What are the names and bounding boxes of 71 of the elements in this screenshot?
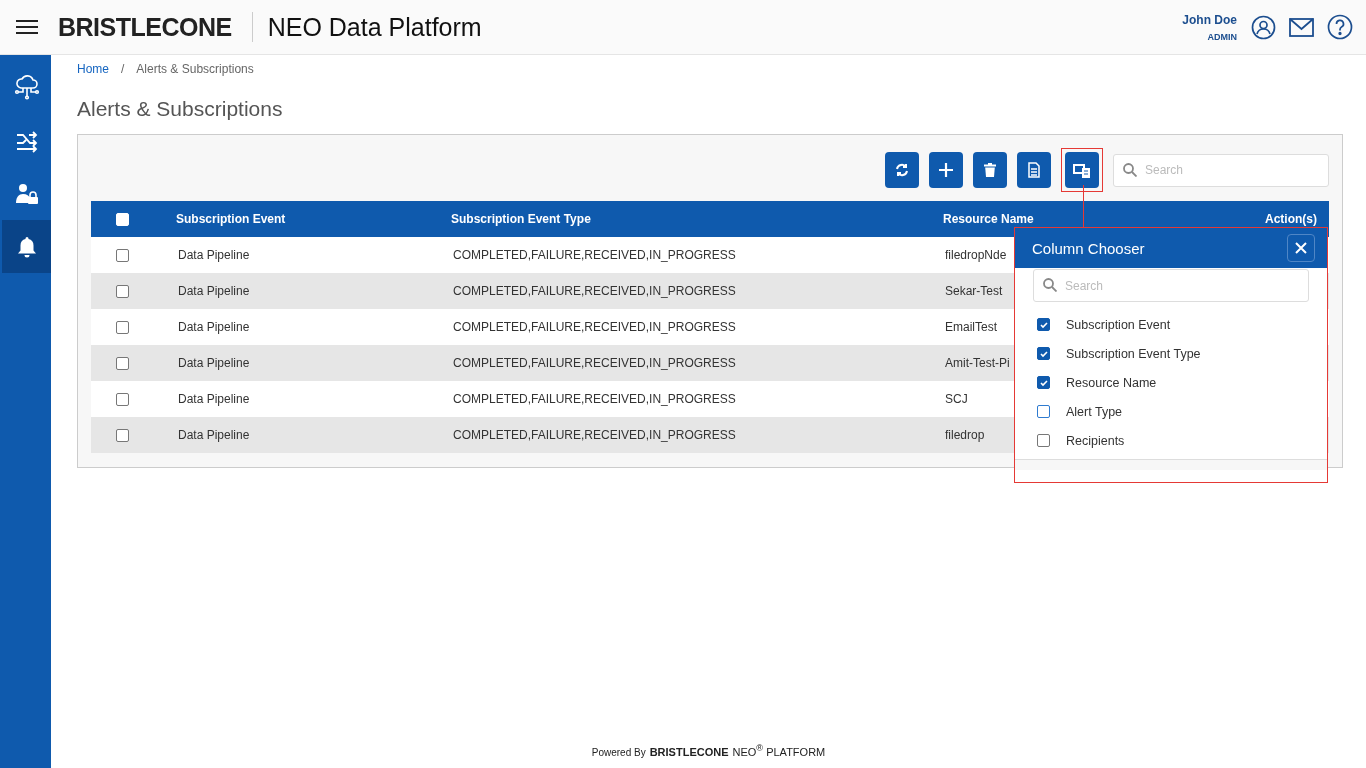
help-icon[interactable] [1327,14,1353,40]
column-header[interactable]: Subscription Event Type [451,212,591,226]
table-cell: COMPLETED,FAILURE,RECEIVED,IN_PROGRESS [453,248,736,262]
close-button[interactable] [1287,234,1315,262]
refresh-icon [895,163,909,177]
add-button[interactable] [929,152,963,188]
table-cell: Data Pipeline [178,356,250,370]
search-field[interactable]: Search [1113,153,1329,187]
delete-button[interactable] [973,152,1007,188]
table-cell: filedropNde [945,248,1007,262]
column-checkbox[interactable] [1037,434,1050,447]
trash-icon [984,163,996,177]
table-cell: Data Pipeline [178,248,250,262]
cloud-network-icon [13,74,40,101]
column-header[interactable]: Subscription Event [176,212,286,226]
table-cell: COMPLETED,FAILURE,RECEIVED,IN_PROGRESS [453,392,736,406]
row-checkbox[interactable] [116,284,129,298]
page-title: Alerts & Subscriptions [77,97,284,121]
column-checkbox[interactable] [1037,318,1050,331]
breadcrumb-separator: / [121,62,125,76]
breadcrumb-current: Alerts & Subscriptions [136,62,254,76]
column-option[interactable]: Subscription Event [1066,317,1171,332]
row-checkbox[interactable] [116,320,129,334]
user-profile-icon[interactable] [1251,14,1276,40]
row-checkbox[interactable] [116,356,129,370]
row-checkbox[interactable] [116,248,129,262]
sidebar-item[interactable] [2,220,51,273]
table-cell: COMPLETED,FAILURE,RECEIVED,IN_PROGRESS [453,428,736,442]
footer-logo: BRISTLECONE [649,746,729,758]
column-chooser-icon [1073,162,1091,178]
column-option[interactable]: Recipients [1066,433,1125,448]
table-cell: COMPLETED,FAILURE,RECEIVED,IN_PROGRESS [453,356,736,370]
column-header: Action(s) [1265,212,1317,226]
table-cell: filedrop [945,428,985,442]
search-field[interactable]: Search [1033,269,1309,302]
table-cell: Data Pipeline [178,428,250,442]
table-cell: Sekar-Test [945,284,1003,298]
table-cell: SCJ [945,392,968,406]
column-option[interactable]: Resource Name [1066,375,1157,390]
row-checkbox[interactable] [116,392,129,406]
select-all-checkbox[interactable] [116,212,129,226]
table-cell: Data Pipeline [178,392,250,406]
mail-icon[interactable] [1289,17,1314,37]
file-export-icon [1027,162,1041,178]
table-cell: EmailTest [945,320,997,334]
close-icon [1295,242,1307,254]
table-cell: COMPLETED,FAILURE,RECEIVED,IN_PROGRESS [453,320,736,334]
column-checkbox[interactable] [1037,347,1050,360]
column-checkbox[interactable] [1037,405,1050,418]
plus-icon [938,162,954,178]
table-cell: COMPLETED,FAILURE,RECEIVED,IN_PROGRESS [453,284,736,298]
refresh-button[interactable] [885,152,919,188]
platform-name: NEO$^{®}$ PLATFORM [732,743,826,758]
column-option[interactable]: Alert Type [1066,404,1123,419]
app-title: NEO Data Platform [267,12,482,42]
row-checkbox[interactable] [116,428,129,442]
table-cell: Data Pipeline [178,320,250,334]
table-cell: Amit-Test-Pi [945,356,1010,370]
user-name: John Doe [1182,12,1237,27]
column-option[interactable]: Subscription Event Type [1066,346,1201,361]
export-button[interactable] [1017,152,1051,188]
user-role: ADMIN [1207,31,1237,42]
breadcrumb-link[interactable]: Home [77,62,109,76]
bell-icon [15,234,38,259]
column-checkbox[interactable] [1037,376,1050,389]
brand-logo: BRISTLECONE [58,12,253,42]
column-header[interactable]: Resource Name [943,212,1034,226]
powered-by-text: Powered By [591,747,646,758]
table-cell: Data Pipeline [178,284,250,298]
menu-icon[interactable] [16,19,38,35]
popup-title: Column Chooser [1032,239,1145,257]
